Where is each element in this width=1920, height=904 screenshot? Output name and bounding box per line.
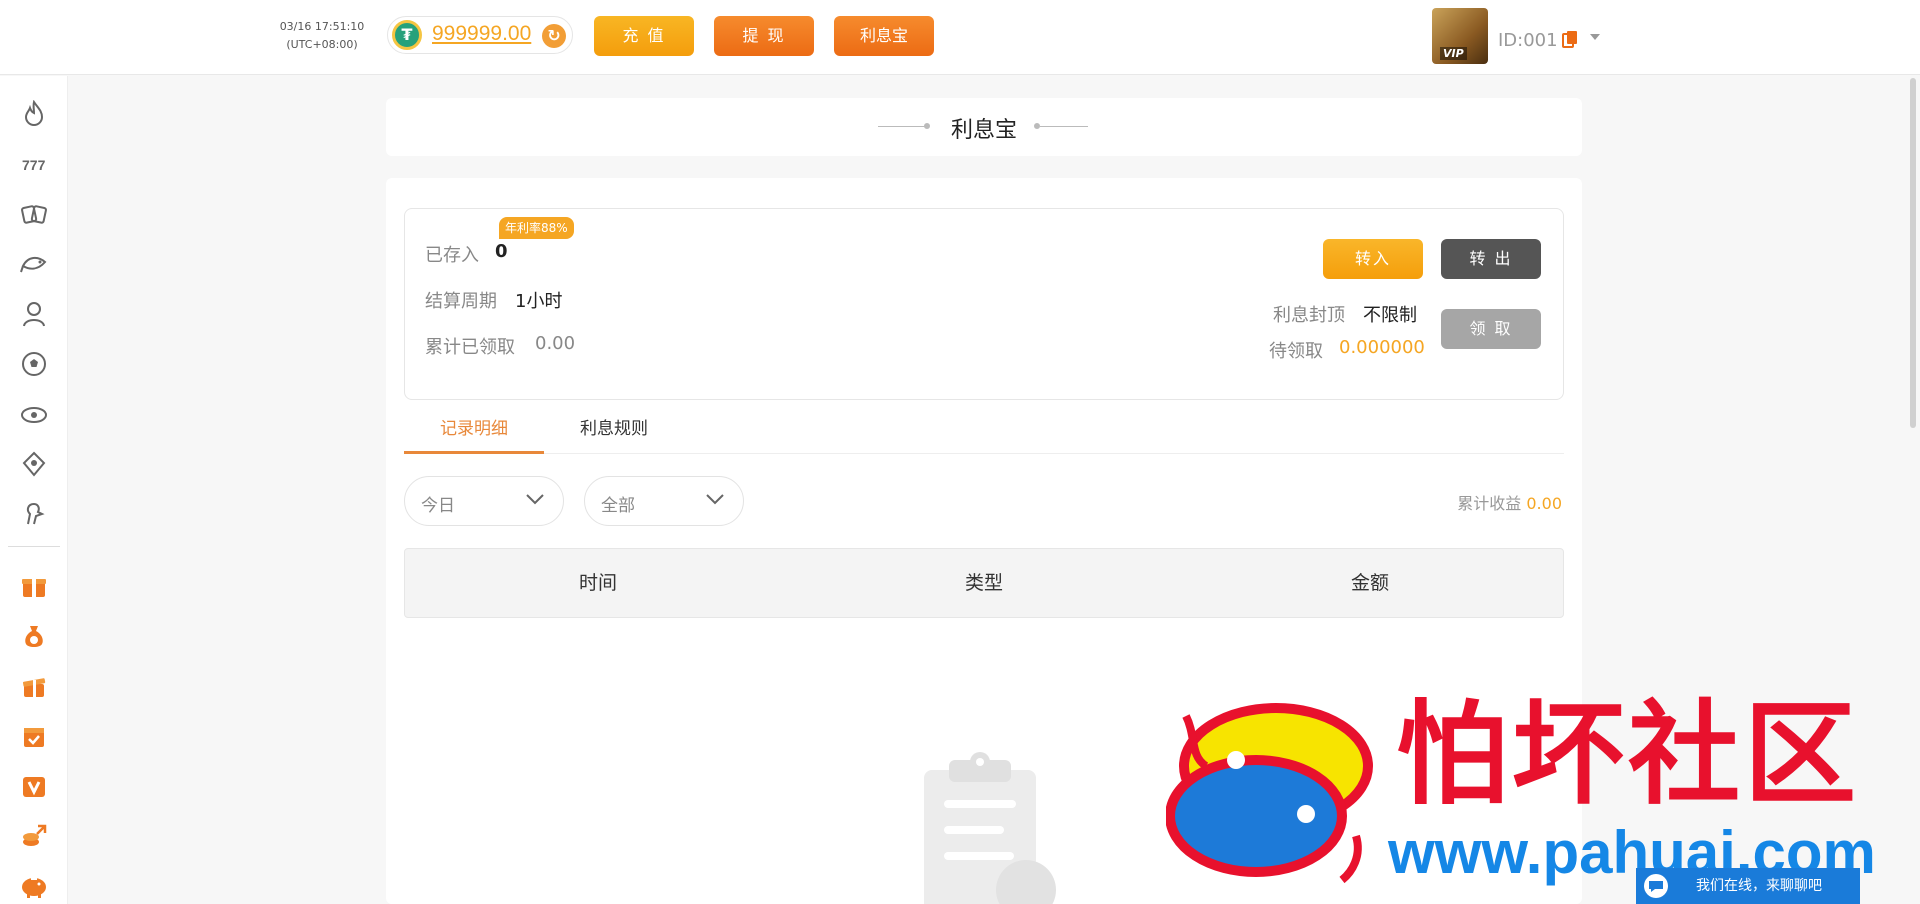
live-chat-button[interactable]: 我们在线，来聊聊吧 <box>1636 868 1860 904</box>
tab-bar: 记录明细 利息规则 <box>404 404 1564 454</box>
period-label: 结算周期 <box>425 291 497 312</box>
slots-icon[interactable]: 777 <box>18 148 50 180</box>
records-table-header: 时间 类型 金额 <box>404 548 1564 618</box>
tab-rules[interactable]: 利息规则 <box>544 404 684 454</box>
column-header-time: 时间 <box>578 572 617 594</box>
user-id: ID:001 <box>1498 30 1558 51</box>
column-header-type: 类型 <box>964 572 1003 594</box>
date-filter-select[interactable]: 今日 <box>404 476 564 526</box>
total-profit: 累计收益 0.00 <box>1457 490 1562 514</box>
withdraw-button[interactable]: 提 现 <box>714 16 814 56</box>
transfer-out-button[interactable]: 转 出 <box>1441 239 1541 279</box>
sports-icon[interactable] <box>18 348 50 380</box>
lottery-icon[interactable] <box>18 448 50 480</box>
summary-box: 已存入 0 年利率88% 结算周期 1小时 累计已领取 0.00 转入 转 出 … <box>404 208 1564 400</box>
page-scrollbar[interactable] <box>1910 78 1916 428</box>
task-icon[interactable] <box>18 720 50 752</box>
column-header-amount: 金额 <box>1350 572 1389 594</box>
clock-date: 03/16 17:51:10 <box>279 20 365 33</box>
gift-icon[interactable] <box>18 570 50 602</box>
type-filter-select[interactable]: 全部 <box>584 476 744 526</box>
balance-box: ₮ 999999.00 ↻ <box>387 16 573 54</box>
esports-icon[interactable] <box>18 398 50 430</box>
type-filter-value: 全部 <box>601 496 635 516</box>
hot-icon[interactable] <box>18 98 50 130</box>
top-header: 03/16 17:51:10 (UTC+08:00) ₮ 999999.00 ↻… <box>0 0 1920 75</box>
transfer-in-button[interactable]: 转入 <box>1323 239 1423 279</box>
claim-button[interactable]: 领 取 <box>1441 309 1541 349</box>
vip-icon[interactable] <box>18 770 50 802</box>
watermark-title: 怕坏社区 <box>1396 689 1860 820</box>
piggy-bank-icon[interactable] <box>18 870 50 902</box>
page-title: 利息宝 <box>950 118 1017 143</box>
cap-value: 不限制 <box>1363 305 1417 326</box>
sidebar: 777 <box>0 76 68 904</box>
promotion-icon[interactable] <box>18 670 50 702</box>
deposited-label: 已存入 <box>425 245 479 266</box>
svg-text:777: 777 <box>22 157 46 173</box>
rebate-icon[interactable] <box>18 820 50 852</box>
total-profit-label: 累计收益 <box>1457 494 1522 513</box>
poker-icon[interactable] <box>18 198 50 230</box>
clock: 03/16 17:51:10 (UTC+08:00) <box>278 18 366 54</box>
claimed-label: 累计已领取 <box>425 337 515 358</box>
cockfight-icon[interactable] <box>18 498 50 530</box>
interest-treasure-button[interactable]: 利息宝 <box>834 16 934 56</box>
title-decoration-right <box>1040 126 1088 127</box>
balance-value[interactable]: 999999.00 <box>432 22 531 46</box>
chat-bubble-icon <box>1644 874 1668 898</box>
total-profit-value: 0.00 <box>1526 494 1562 513</box>
sidebar-divider <box>8 546 60 547</box>
chevron-down-icon <box>706 494 724 505</box>
vip-badge: VIP <box>1440 47 1467 60</box>
annual-rate-badge: 年利率88% <box>499 217 574 239</box>
pending-label: 待领取 <box>1269 341 1323 362</box>
watermark-fish-logo <box>1166 703 1373 884</box>
claimed-value: 0.00 <box>535 333 576 354</box>
fishing-icon[interactable] <box>18 248 50 280</box>
avatar[interactable]: VIP <box>1432 8 1488 64</box>
clock-timezone: (UTC+08:00) <box>286 38 358 51</box>
pending-value: 0.000000 <box>1339 337 1425 358</box>
live-chat-label: 我们在线，来聊聊吧 <box>1696 878 1822 894</box>
copy-icon[interactable] <box>1562 30 1578 48</box>
page-title-card: 利息宝 <box>386 98 1582 156</box>
cap-label: 利息封顶 <box>1273 305 1345 326</box>
money-bag-icon[interactable] <box>18 620 50 652</box>
date-filter-value: 今日 <box>421 496 455 516</box>
period-value: 1小时 <box>515 291 563 312</box>
recharge-button[interactable]: 充 值 <box>594 16 694 56</box>
chevron-down-icon <box>526 494 544 505</box>
tether-icon: ₮ <box>392 20 422 50</box>
live-casino-icon[interactable] <box>18 298 50 330</box>
refresh-icon[interactable]: ↻ <box>542 24 566 48</box>
deposited-value: 0 <box>495 241 508 262</box>
empty-clipboard-icon <box>924 752 1056 904</box>
tab-records[interactable]: 记录明细 <box>404 404 544 454</box>
chevron-down-icon[interactable] <box>1590 34 1600 40</box>
